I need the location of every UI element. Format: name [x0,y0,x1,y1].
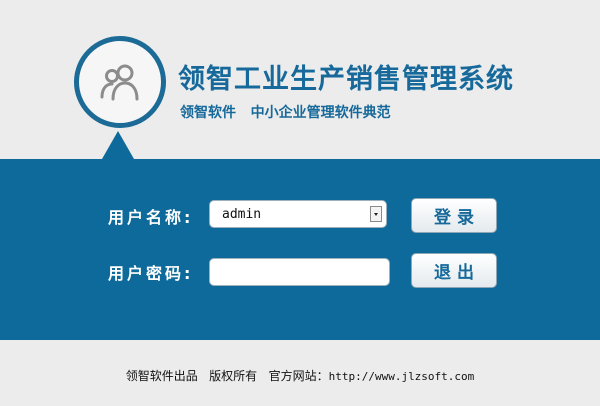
footer-text: 领智软件出品 版权所有 官方网站：http://www.jlzsoft.com [0,367,600,384]
dropdown-button[interactable] [370,206,382,222]
header-band: 领智工业生产销售管理系统 领智软件 中小企业管理软件典范 [0,0,600,159]
login-button[interactable]: 登录 [411,198,497,233]
login-form: 用户名称: admin 用户密码: 登录 退出 [0,159,600,340]
username-combobox[interactable]: admin [209,200,387,228]
username-label: 用户名称: [108,208,194,227]
website-link[interactable]: http://www.jlzsoft.com [329,370,475,383]
footer: 领智软件出品 版权所有 官方网站：http://www.jlzsoft.com [0,340,600,406]
app-subtitle: 领智软件 中小企业管理软件典范 [180,105,391,121]
password-field[interactable] [209,258,390,286]
chevron-down-icon [374,213,378,216]
app-title: 领智工业生产销售管理系统 [178,64,514,95]
password-label: 用户密码: [108,264,194,283]
exit-button[interactable]: 退出 [411,253,497,288]
login-window: 领智工业生产销售管理系统 领智软件 中小企业管理软件典范 用户名称: admin… [0,0,600,406]
logo-badge [74,36,166,128]
footer-copyright: 领智软件出品 版权所有 官方网站： [125,369,329,383]
users-icon [100,64,139,101]
logo-pointer [102,131,134,159]
username-value: admin [222,207,262,222]
